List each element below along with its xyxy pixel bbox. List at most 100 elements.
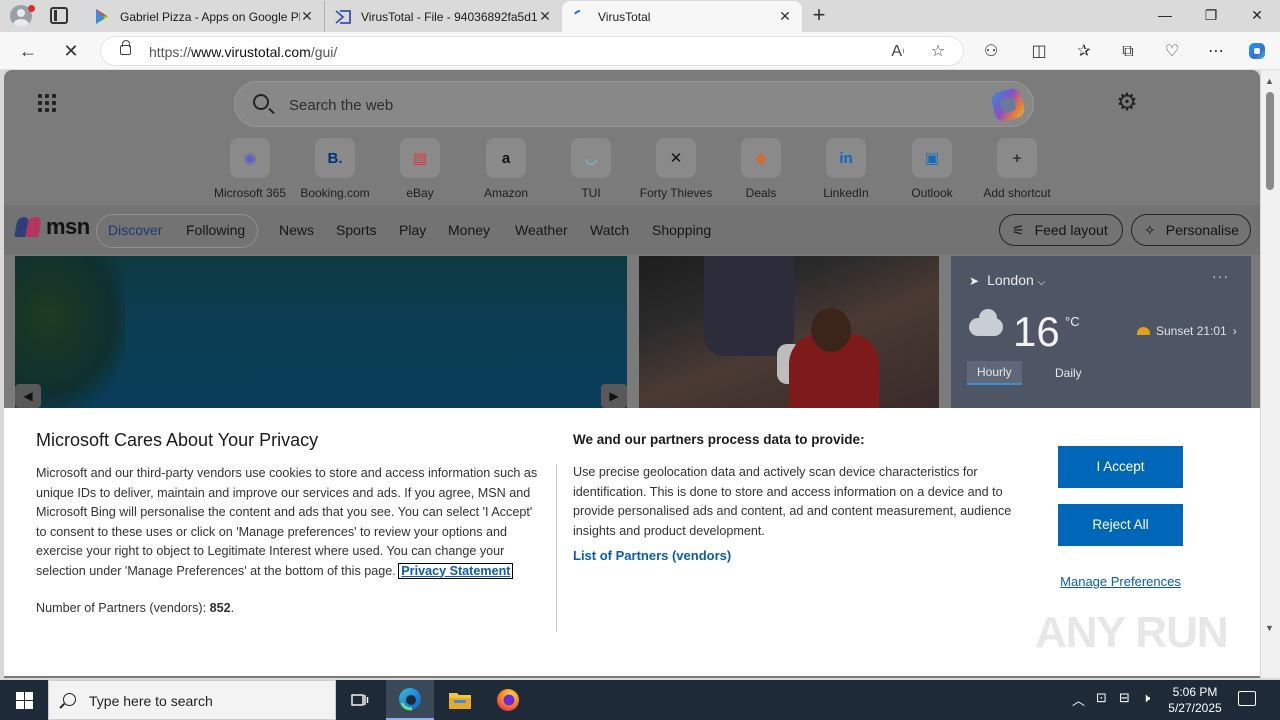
tab-actions-icon[interactable] bbox=[50, 7, 68, 24]
favorite-star-icon[interactable]: ☆ bbox=[927, 41, 949, 63]
weather-location[interactable]: ➤ London ⌵ bbox=[969, 272, 1045, 288]
nav-play[interactable]: Play bbox=[399, 222, 426, 238]
address-bar[interactable]: https://www.virustotal.com/gui/ A⁾ ☆ bbox=[100, 36, 964, 66]
news-card-football[interactable] bbox=[639, 256, 939, 408]
weather-card[interactable]: ➤ London ⌵ ··· 16 °C Sunset 21:01 › Hourly… bbox=[951, 256, 1251, 408]
page-scrollbar[interactable]: ▲ ▼ bbox=[1261, 70, 1280, 678]
tab-following[interactable]: Following bbox=[186, 222, 245, 238]
shortcut-microsoft-365[interactable]: ◉ Microsoft 365 bbox=[205, 138, 295, 200]
settings-gear-icon[interactable]: ⚙ bbox=[1114, 90, 1140, 116]
system-clock[interactable]: 5:06 PM 5/27/2025 bbox=[1162, 684, 1228, 716]
feed-layout-button[interactable]: ⚟ Feed layout bbox=[999, 214, 1123, 246]
reject-all-button[interactable]: Reject All bbox=[1058, 504, 1183, 546]
close-icon[interactable]: ✕ bbox=[778, 8, 792, 25]
shortcut-booking-com[interactable]: B. Booking.com bbox=[290, 138, 380, 200]
linkedin-icon: in bbox=[826, 138, 866, 178]
lock-icon[interactable] bbox=[120, 40, 131, 55]
weather-tab-daily[interactable]: Daily bbox=[1045, 361, 1092, 385]
temperature-unit: °C bbox=[1065, 314, 1080, 329]
more-options-icon[interactable]: ··· bbox=[1212, 268, 1229, 284]
shortcut-add-shortcut[interactable]: + Add shortcut bbox=[972, 138, 1062, 200]
shortcut-label: Outlook bbox=[911, 186, 953, 200]
virustotal-icon bbox=[335, 9, 351, 25]
restore-icon[interactable]: ❐ bbox=[1188, 0, 1234, 32]
tab-virustotal-active[interactable]: VirusTotal ✕ bbox=[562, 1, 802, 32]
shortcut-tui[interactable]: ◡ TUI bbox=[546, 138, 636, 200]
collections-icon[interactable]: ⧉ bbox=[1117, 41, 1139, 63]
partners-count: 852 bbox=[209, 601, 231, 615]
shortcut-outlook[interactable]: ▣ Outlook bbox=[887, 138, 977, 200]
tab-virustotal-file[interactable]: VirusTotal - File - 94036892fa5d16 ✕ bbox=[324, 1, 562, 32]
notification-center-icon[interactable] bbox=[1238, 691, 1256, 706]
windows-start-icon[interactable] bbox=[16, 692, 33, 709]
tab-title: VirusTotal bbox=[598, 9, 651, 24]
close-icon[interactable]: ✕ bbox=[538, 8, 552, 25]
tab-title: Gabriel Pizza - Apps on Google Play bbox=[120, 9, 300, 24]
edge-taskbar-icon[interactable] bbox=[386, 680, 434, 720]
firefox-icon[interactable] bbox=[484, 680, 532, 720]
personalise-button[interactable]: ✧ Personalise bbox=[1131, 214, 1251, 246]
browser-essentials-icon[interactable]: ♡ bbox=[1161, 41, 1183, 63]
close-icon[interactable]: ✕ bbox=[300, 8, 314, 25]
shortcut-label: eBay bbox=[406, 186, 434, 200]
shortcut-label: Add shortcut bbox=[983, 186, 1051, 200]
scrollbar-thumb[interactable] bbox=[1266, 92, 1274, 190]
nav-shopping[interactable]: Shopping bbox=[652, 222, 711, 238]
divider bbox=[556, 464, 557, 632]
tab-google-play[interactable]: Gabriel Pizza - Apps on Google Play ✕ bbox=[84, 1, 324, 32]
close-window-icon[interactable]: ✕ bbox=[1234, 0, 1280, 32]
copilot-icon[interactable] bbox=[989, 86, 1027, 124]
copilot-sidebar-icon[interactable] bbox=[1246, 41, 1268, 63]
taskbar-search-box[interactable]: Type here to search bbox=[48, 680, 336, 720]
manage-preferences-link[interactable]: Manage Preferences bbox=[1058, 574, 1183, 589]
url-text[interactable]: https://www.virustotal.com/gui/ bbox=[149, 44, 337, 60]
shortcut-ebay[interactable]: ▤ eBay bbox=[375, 138, 465, 200]
news-card-underwater[interactable] bbox=[15, 256, 627, 408]
split-screen-icon[interactable]: ◫ bbox=[1028, 41, 1050, 63]
nav-sports[interactable]: Sports bbox=[336, 222, 376, 238]
shortcut-forty-thieves[interactable]: ✕ Forty Thieves bbox=[631, 138, 721, 200]
anyrun-watermark-logo: ANY RUN bbox=[1035, 608, 1229, 657]
search-input[interactable] bbox=[289, 93, 889, 117]
shortcut-linkedin[interactable]: in LinkedIn bbox=[801, 138, 891, 200]
show-hidden-icons-icon[interactable]: ︿ bbox=[1072, 690, 1085, 709]
read-aloud-icon[interactable]: A⁾ bbox=[887, 41, 909, 63]
network-icon[interactable]: ⊟ bbox=[1119, 690, 1130, 706]
purpose-title: We and our partners process data to prov… bbox=[573, 432, 865, 447]
web-search-box[interactable] bbox=[234, 81, 1034, 127]
nav-news[interactable]: News bbox=[279, 222, 314, 238]
list-of-partners-link[interactable]: List of Partners (vendors) bbox=[573, 548, 731, 563]
tab-discover[interactable]: Discover bbox=[108, 222, 162, 238]
accept-button[interactable]: I Accept bbox=[1058, 446, 1183, 488]
privacy-statement-link[interactable]: Privacy Statement bbox=[398, 562, 514, 579]
weather-tab-hourly[interactable]: Hourly bbox=[967, 361, 1022, 385]
tui-icon: ◡ bbox=[571, 138, 611, 178]
more-menu-icon[interactable]: ⋯ bbox=[1205, 41, 1227, 63]
nav-money[interactable]: Money bbox=[448, 222, 490, 238]
nav-weather[interactable]: Weather bbox=[515, 222, 568, 238]
ebay-icon: ▤ bbox=[400, 138, 440, 178]
shortcut-amazon[interactable]: a Amazon bbox=[461, 138, 551, 200]
back-arrow-icon[interactable]: ← bbox=[17, 40, 39, 62]
task-view-icon[interactable] bbox=[336, 680, 384, 720]
new-tab-plus-icon[interactable]: + bbox=[808, 4, 830, 26]
carousel-next-icon[interactable]: ▶ bbox=[601, 384, 627, 408]
shortcut-deals[interactable]: ◆ Deals bbox=[716, 138, 806, 200]
scroll-down-icon[interactable]: ▼ bbox=[1265, 623, 1274, 633]
msn-logo[interactable]: msn bbox=[16, 214, 90, 240]
stop-loading-icon[interactable]: ✕ bbox=[60, 40, 82, 62]
minimize-icon[interactable]: — bbox=[1142, 0, 1188, 32]
device-icon[interactable]: ⊡ bbox=[1096, 690, 1107, 706]
carousel-prev-icon[interactable]: ◀ bbox=[15, 384, 41, 408]
nav-watch[interactable]: Watch bbox=[590, 222, 629, 238]
favorites-icon[interactable]: ✰ bbox=[1073, 41, 1095, 63]
shortcut-label: Deals bbox=[745, 186, 777, 200]
profile-notification-dot bbox=[28, 5, 35, 12]
scroll-up-icon[interactable]: ▲ bbox=[1265, 76, 1274, 86]
partners-count-line: Number of Partners (vendors): 852. bbox=[36, 601, 235, 615]
file-explorer-icon[interactable] bbox=[436, 680, 484, 720]
extensions-icon[interactable]: ⚇ bbox=[980, 41, 1002, 63]
apps-launcher-icon[interactable] bbox=[38, 94, 58, 114]
google-play-icon bbox=[94, 9, 110, 25]
volume-icon[interactable]: 🕨 bbox=[1142, 690, 1150, 706]
